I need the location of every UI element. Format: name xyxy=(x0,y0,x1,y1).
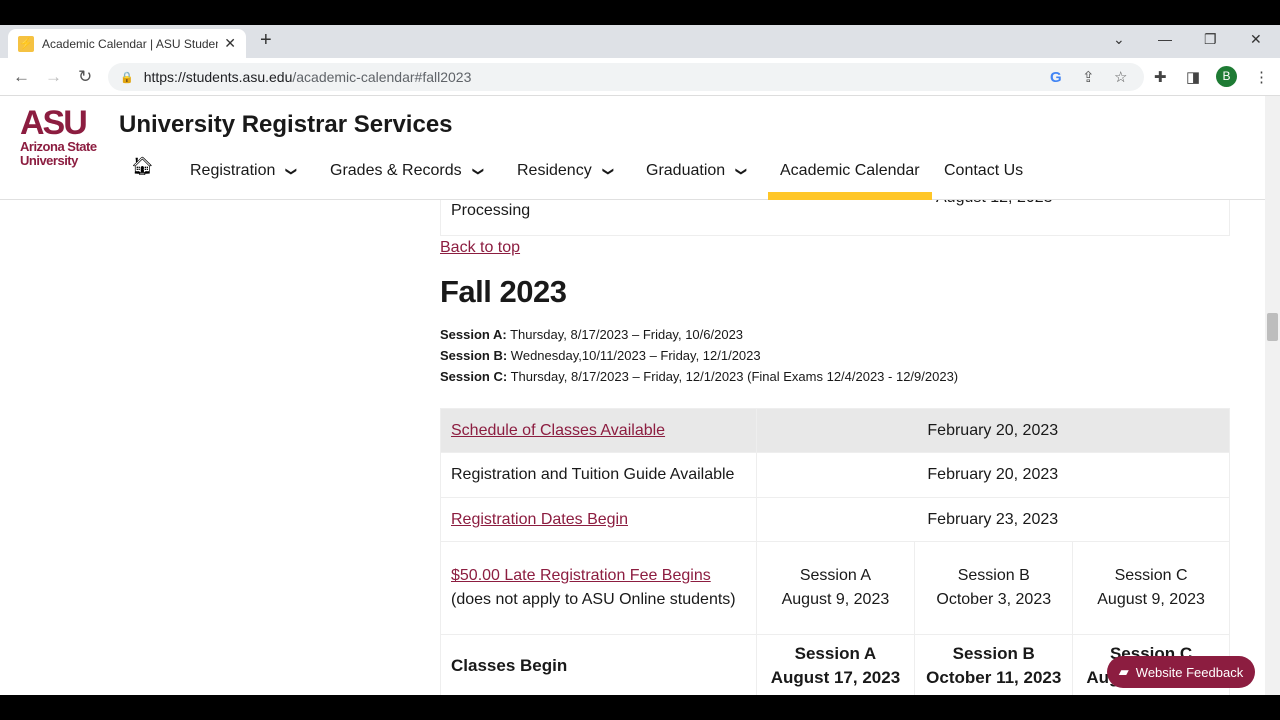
scrollbar-thumb[interactable] xyxy=(1267,313,1278,341)
top-bar xyxy=(0,0,1280,25)
logo-name: Arizona State xyxy=(20,139,97,154)
close-window-icon[interactable]: ✕ xyxy=(1250,31,1262,48)
close-tab-icon[interactable]: ✕ xyxy=(224,35,236,52)
row-label: Classes Begin xyxy=(440,634,757,695)
session-a-info: Session A: Thursday, 8/17/2023 – Friday,… xyxy=(440,327,744,342)
session-a-cell: Session A August 9, 2023 xyxy=(755,541,916,635)
address-bar-row: ← → ↻ 🔒 https://students.asu.edu/academi… xyxy=(0,58,1280,96)
restore-icon[interactable]: ❐ xyxy=(1204,31,1217,48)
asu-logo[interactable]: ASU Arizona State University xyxy=(20,106,97,168)
chevron-down-icon: ❯ xyxy=(471,166,484,177)
nav-academic-calendar[interactable]: Academic Calendar xyxy=(780,162,920,180)
star-icon[interactable]: ☆ xyxy=(1114,68,1127,86)
active-nav-indicator xyxy=(768,192,932,200)
table-row: $50.00 Late Registration Fee Begins (doe… xyxy=(440,541,1230,635)
lock-icon: 🔒 xyxy=(120,71,134,84)
back-to-top-link[interactable]: Back to top xyxy=(440,239,520,257)
side-panel-icon[interactable]: ◨ xyxy=(1186,68,1200,86)
back-icon[interactable]: ← xyxy=(13,67,30,87)
bottom-bar xyxy=(0,695,1280,720)
share-icon[interactable]: ⇪ xyxy=(1082,68,1095,86)
section-title: Fall 2023 xyxy=(440,274,567,309)
favicon-icon: ⚡ xyxy=(18,35,34,52)
session-a-cell: Session A August 17, 2023 xyxy=(755,634,916,695)
row-date: February 20, 2023 xyxy=(755,408,1231,453)
nav-contact-us[interactable]: Contact Us xyxy=(944,162,1023,180)
reload-icon[interactable]: ↻ xyxy=(78,67,92,87)
chevron-down-icon: ❯ xyxy=(285,166,298,177)
page: ASU Arizona State University University … xyxy=(0,96,1265,695)
row-label: Registration and Tuition Guide Available xyxy=(440,452,757,498)
nav-graduation[interactable]: Graduation ❯ xyxy=(646,162,748,180)
browser-tab[interactable]: ⚡ Academic Calendar | ASU Studen ✕ xyxy=(8,29,246,58)
nav-residency[interactable]: Residency ❯ xyxy=(517,162,614,180)
profile-avatar[interactable]: B xyxy=(1216,66,1237,87)
url-path: /academic-calendar#fall2023 xyxy=(292,69,472,85)
session-b-cell: Session B October 3, 2023 xyxy=(914,541,1074,635)
logo-mark: ASU xyxy=(20,104,88,142)
row-date: February 20, 2023 xyxy=(755,452,1231,498)
forward-icon[interactable]: → xyxy=(45,67,62,87)
chat-icon: ▰ xyxy=(1118,664,1129,679)
website-feedback-button[interactable]: ▰ Website Feedback xyxy=(1107,656,1255,688)
tab-search-icon[interactable]: ⌄ xyxy=(1113,31,1125,48)
minimize-icon[interactable]: — xyxy=(1158,31,1172,47)
menu-icon[interactable]: ⋮ xyxy=(1254,68,1269,86)
home-icon[interactable]: 🏠︎ xyxy=(131,156,154,177)
chevron-down-icon: ❯ xyxy=(601,166,614,177)
schedule-of-classes-link[interactable]: Schedule of Classes Available xyxy=(451,422,665,439)
scrollbar[interactable] xyxy=(1265,96,1280,695)
table-row: Schedule of Classes Available February 2… xyxy=(440,408,1231,453)
url-host: https://students.asu.edu xyxy=(143,69,293,85)
chevron-down-icon: ❯ xyxy=(735,166,748,177)
row-label: Processing xyxy=(451,202,531,219)
session-b-cell: Session B October 11, 2023 xyxy=(914,634,1074,695)
table-row: Registration Dates Begin February 23, 20… xyxy=(440,497,1231,542)
nav-grades-records[interactable]: Grades & Records ❯ xyxy=(330,162,484,180)
extensions-icon[interactable]: ✚ xyxy=(1154,68,1167,86)
tab-strip: ⚡ Academic Calendar | ASU Studen ✕ + ⌄ —… xyxy=(0,25,1280,58)
row-date: February 23, 2023 xyxy=(755,497,1231,542)
late-fee-link[interactable]: $50.00 Late Registration Fee Begins xyxy=(451,567,711,584)
table-row: Registration and Tuition Guide Available… xyxy=(440,452,1231,498)
logo-name: University xyxy=(20,153,78,168)
url-input[interactable]: 🔒 https://students.asu.edu/academic-cale… xyxy=(108,63,1144,91)
google-icon[interactable]: G xyxy=(1050,69,1062,86)
session-c-info: Session C: Thursday, 8/17/2023 – Friday,… xyxy=(440,369,959,384)
session-b-info: Session B: Wednesday,10/11/2023 – Friday… xyxy=(440,348,761,363)
session-c-cell: Session C August 9, 2023 xyxy=(1072,541,1230,635)
row-note: (does not apply to ASU Online students) xyxy=(451,591,736,608)
new-tab-icon[interactable]: + xyxy=(260,29,272,52)
calendar-table: Schedule of Classes Available February 2… xyxy=(440,408,1231,695)
tab-title: Academic Calendar | ASU Studen xyxy=(42,36,219,51)
site-header: ASU Arizona State University University … xyxy=(0,96,1265,200)
registration-dates-link[interactable]: Registration Dates Begin xyxy=(451,511,628,528)
nav-registration[interactable]: Registration ❯ xyxy=(190,162,297,180)
site-title[interactable]: University Registrar Services xyxy=(119,111,453,139)
